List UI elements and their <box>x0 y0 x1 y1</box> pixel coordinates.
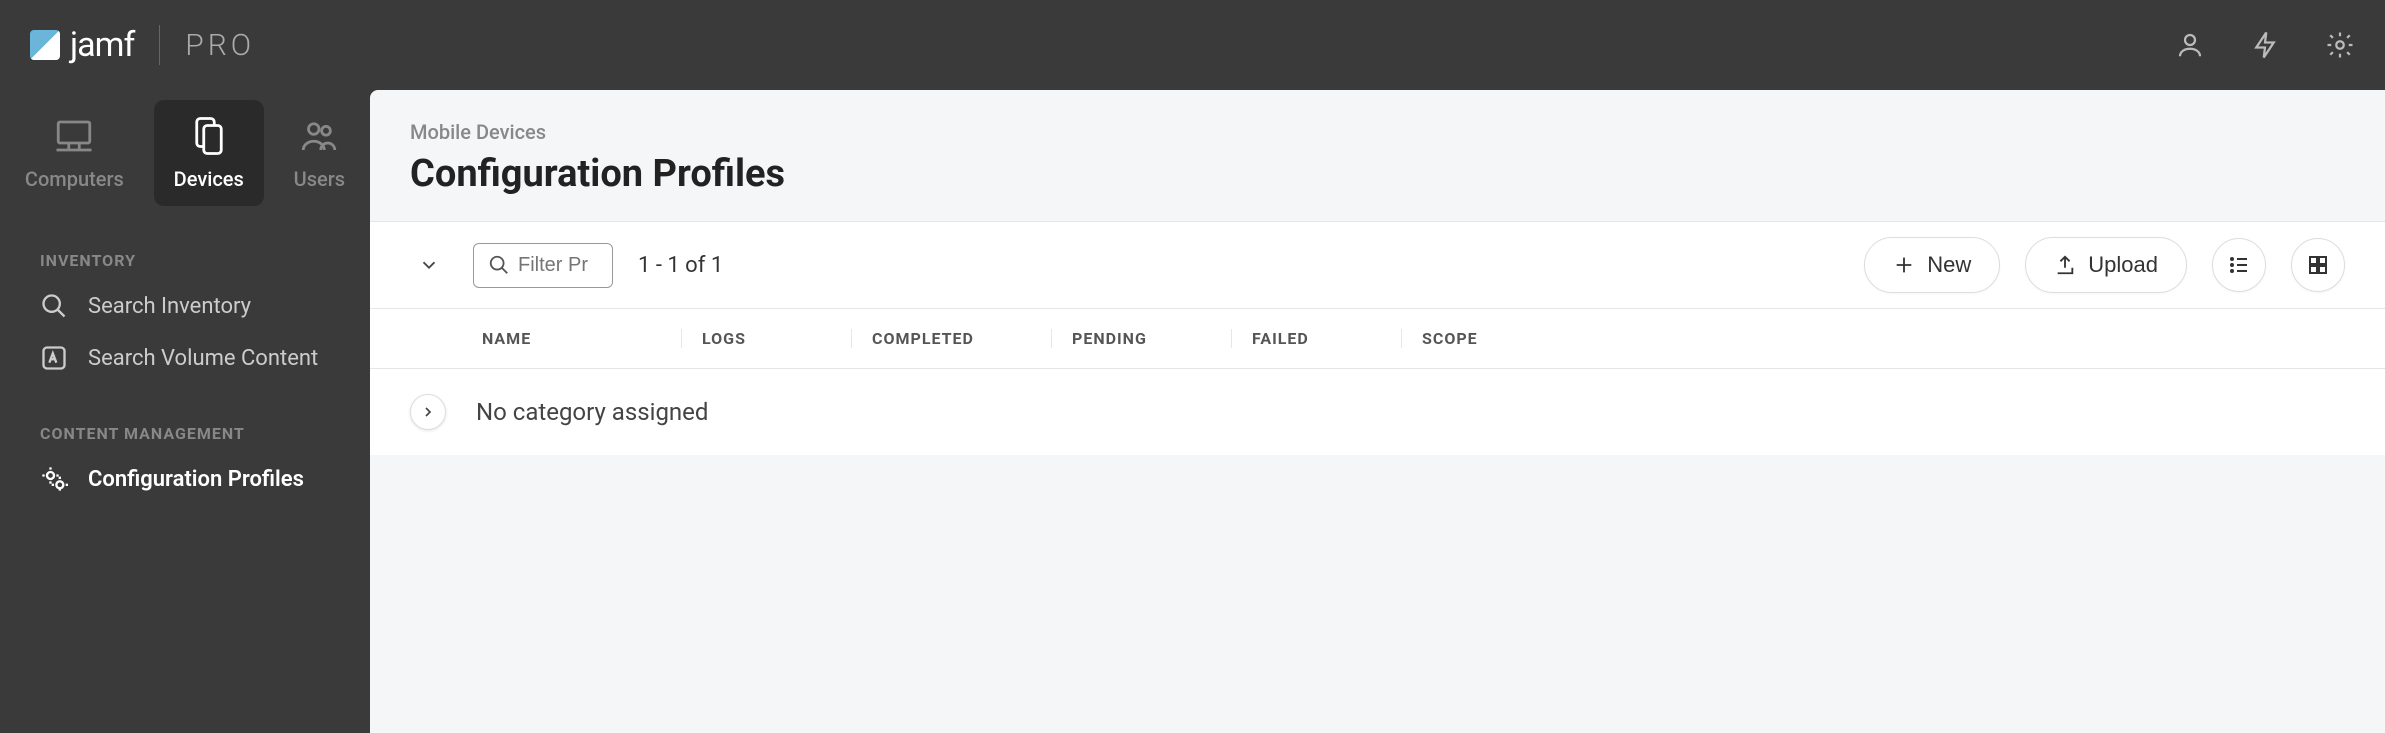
list-icon <box>2227 253 2251 277</box>
list-view-button[interactable] <box>2212 238 2266 292</box>
nav-tab-devices[interactable]: Devices <box>154 100 264 206</box>
logo-text: jamf <box>70 25 134 65</box>
content: Mobile Devices Configuration Profiles 1 … <box>370 90 2385 733</box>
result-count: 1 - 1 of 1 <box>638 253 723 278</box>
plus-icon <box>1893 254 1915 276</box>
user-icon[interactable] <box>2175 30 2205 60</box>
nav-tab-computers[interactable]: Computers <box>5 100 144 206</box>
chevron-right-icon <box>420 404 436 420</box>
sidebar-item-search-inventory[interactable]: Search Inventory <box>0 280 370 332</box>
users-icon <box>298 115 340 157</box>
nav-tab-label: Computers <box>25 167 124 191</box>
sidebar-heading-inventory: INVENTORY <box>0 241 370 280</box>
nav-tab-users[interactable]: Users <box>274 100 365 206</box>
sidebar: Computers Devices Users INVENTORY Search… <box>0 90 370 733</box>
gear-icon[interactable] <box>2325 30 2355 60</box>
upload-icon <box>2054 254 2076 276</box>
sidebar-item-search-volume[interactable]: Search Volume Content <box>0 332 370 384</box>
search-icon <box>40 292 68 320</box>
app-icon <box>40 344 68 372</box>
topbar: jamf PRO <box>0 0 2385 90</box>
search-icon <box>488 254 510 276</box>
bolt-icon[interactable] <box>2250 30 2280 60</box>
content-header: Mobile Devices Configuration Profiles <box>370 90 2385 221</box>
grid-icon <box>2306 253 2330 277</box>
col-completed[interactable]: COMPLETED <box>852 329 1052 348</box>
col-scope[interactable]: SCOPE <box>1402 329 2345 348</box>
expand-category-button[interactable] <box>410 394 446 430</box>
col-failed[interactable]: FAILED <box>1232 329 1402 348</box>
computer-icon <box>53 115 95 157</box>
collapse-all-button[interactable] <box>410 246 448 284</box>
toolbar: 1 - 1 of 1 New Upload <box>370 221 2385 309</box>
filter-input-wrap[interactable] <box>473 243 613 288</box>
grid-view-button[interactable] <box>2291 238 2345 292</box>
category-row: No category assigned <box>370 369 2385 455</box>
upload-button[interactable]: Upload <box>2025 237 2187 293</box>
category-label: No category assigned <box>476 398 708 426</box>
new-button-label: New <box>1927 252 1971 278</box>
new-button[interactable]: New <box>1864 237 2000 293</box>
col-logs[interactable]: LOGS <box>682 329 852 348</box>
col-name[interactable]: NAME <box>462 329 682 348</box>
nav-tab-label: Users <box>294 167 345 191</box>
nav-tabs: Computers Devices Users <box>0 90 370 226</box>
logo-mark-icon <box>30 30 60 60</box>
sidebar-item-label: Configuration Profiles <box>88 467 304 492</box>
sidebar-item-config-profiles[interactable]: Configuration Profiles <box>0 453 370 505</box>
col-pending[interactable]: PENDING <box>1052 329 1232 348</box>
breadcrumb: Mobile Devices <box>410 120 2345 144</box>
config-gear-icon <box>40 465 68 493</box>
topbar-actions <box>2175 30 2355 60</box>
sidebar-item-label: Search Volume Content <box>88 346 318 371</box>
page-title: Configuration Profiles <box>410 152 2345 196</box>
devices-icon <box>188 115 230 157</box>
table-header: NAME LOGS COMPLETED PENDING FAILED SCOPE <box>370 309 2385 369</box>
nav-tab-label: Devices <box>174 167 244 191</box>
filter-input[interactable] <box>518 254 598 277</box>
logo-suffix: PRO <box>185 28 255 63</box>
logo[interactable]: jamf PRO <box>30 25 255 65</box>
upload-button-label: Upload <box>2088 252 2158 278</box>
logo-divider <box>159 25 160 65</box>
sidebar-item-label: Search Inventory <box>88 294 251 319</box>
sidebar-heading-content: CONTENT MANAGEMENT <box>0 414 370 453</box>
